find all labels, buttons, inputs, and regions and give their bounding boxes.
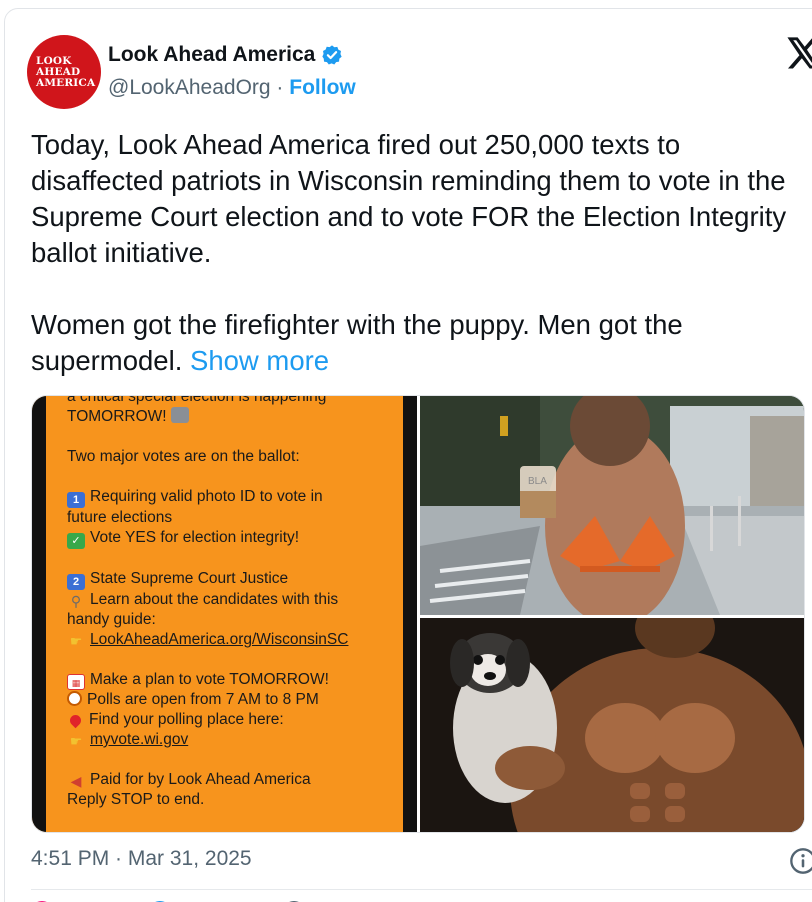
avatar-text-line: AMERICA	[36, 76, 96, 89]
sms-line: Polls are open from 7 AM to 8 PM	[67, 690, 397, 710]
sms-line: ▦ Make a plan to vote TOMORROW!	[67, 670, 397, 690]
tweet-paragraph-text: Women got the firefighter with the puppy…	[31, 309, 683, 376]
sms-line-text: State Supreme Court Justice	[90, 570, 289, 587]
tweet-card: LOOK AHEAD AMERICA Look Ahead America @L…	[4, 8, 812, 902]
author-name[interactable]: Look Ahead America	[108, 43, 315, 67]
street-scene-illustration: BLA	[420, 396, 804, 615]
avatar-text-line: AHEAD	[36, 65, 81, 78]
tweet-paragraph: Today, Look Ahead America fired out 250,…	[31, 129, 787, 268]
show-more-link[interactable]: Show more	[190, 345, 329, 376]
sms-line-text: Requiring valid photo ID to vote in	[90, 488, 323, 505]
keycap-one-icon: 1	[67, 492, 85, 508]
handle-separator: ·	[270, 76, 290, 99]
sms-line: a critical special election is happening	[67, 396, 327, 405]
sms-link: LookAheadAmerica.org/WisconsinSC	[90, 631, 349, 648]
phone-edge-right	[403, 396, 417, 832]
firefighter-puppy-photo[interactable]	[420, 618, 804, 832]
sms-line: handy guide:	[67, 611, 156, 628]
sms-message-text: a critical special election is happening…	[67, 396, 397, 810]
sms-line: Reply STOP to end.	[67, 791, 205, 808]
follow-button[interactable]: Follow	[289, 76, 356, 99]
check-mark-icon: ✓	[67, 533, 85, 549]
magnifying-glass-icon: ⚲	[70, 593, 82, 609]
x-logo-icon[interactable]	[787, 37, 812, 69]
calendar-icon: ▦	[67, 674, 85, 690]
sms-line-text: Learn about the candidates with this	[90, 591, 339, 608]
model-street-photo[interactable]: BLA	[420, 396, 804, 615]
ballot-box-icon	[170, 407, 189, 423]
sms-line: TOMORROW!	[67, 407, 397, 427]
sms-line: Find your polling place here:	[67, 710, 397, 730]
sms-line-text: TOMORROW!	[67, 408, 167, 425]
author-handle[interactable]: @LookAheadOrg	[108, 76, 271, 99]
sms-line-text: Make a plan to vote TOMORROW!	[90, 671, 329, 688]
author-name-row[interactable]: Look Ahead America	[108, 43, 343, 67]
location-pin-icon	[67, 712, 84, 729]
sms-line: ✓ Vote YES for election integrity!	[67, 528, 397, 549]
sms-line: future elections	[67, 509, 173, 526]
clock-icon	[67, 691, 82, 706]
firefighter-puppy-illustration	[420, 618, 804, 832]
media-grid: a critical special election is happening…	[31, 395, 805, 833]
sms-line: ☛ LookAheadAmerica.org/WisconsinSC	[67, 630, 397, 650]
tweet-text: Today, Look Ahead America fired out 250,…	[31, 127, 811, 379]
pointing-hand-icon: ☛	[69, 633, 83, 649]
sms-line-text: Vote YES for election integrity!	[90, 529, 300, 546]
sms-link: myvote.wi.gov	[90, 731, 189, 748]
cup-label: BLA	[528, 476, 547, 487]
megaphone-icon: ◀	[70, 773, 82, 789]
sms-line-text: Polls are open from 7 AM to 8 PM	[87, 691, 319, 708]
sms-line: ◀ Paid for by Look Ahead America	[67, 770, 397, 790]
sms-screenshot-image[interactable]: a critical special election is happening…	[32, 396, 417, 832]
sms-line-text: Paid for by Look Ahead America	[90, 771, 311, 788]
sms-line: 1 Requiring valid photo ID to vote in	[67, 487, 397, 508]
sms-line: ⚲ Learn about the candidates with this	[67, 590, 397, 610]
avatar-text-line: LOOK	[36, 54, 72, 67]
author-avatar[interactable]: LOOK AHEAD AMERICA	[27, 35, 101, 109]
tweet-paragraph: Women got the firefighter with the puppy…	[31, 307, 811, 379]
verified-badge-icon	[322, 45, 342, 65]
phone-edge-left	[32, 396, 46, 832]
info-icon[interactable]	[789, 847, 812, 875]
author-handle-row: @LookAheadOrg · Follow	[108, 76, 356, 100]
sms-line: Two major votes are on the ballot:	[67, 448, 300, 465]
sms-line-text: Find your polling place here:	[89, 711, 284, 728]
pointing-hand-icon: ☛	[69, 733, 83, 749]
tweet-timestamp[interactable]: 4:51 PM · Mar 31, 2025	[31, 847, 252, 871]
sms-line: ☛ myvote.wi.gov	[67, 730, 397, 750]
footer-divider	[31, 889, 812, 890]
keycap-two-icon: 2	[67, 574, 85, 590]
sms-line: 2 State Supreme Court Justice	[67, 569, 397, 590]
